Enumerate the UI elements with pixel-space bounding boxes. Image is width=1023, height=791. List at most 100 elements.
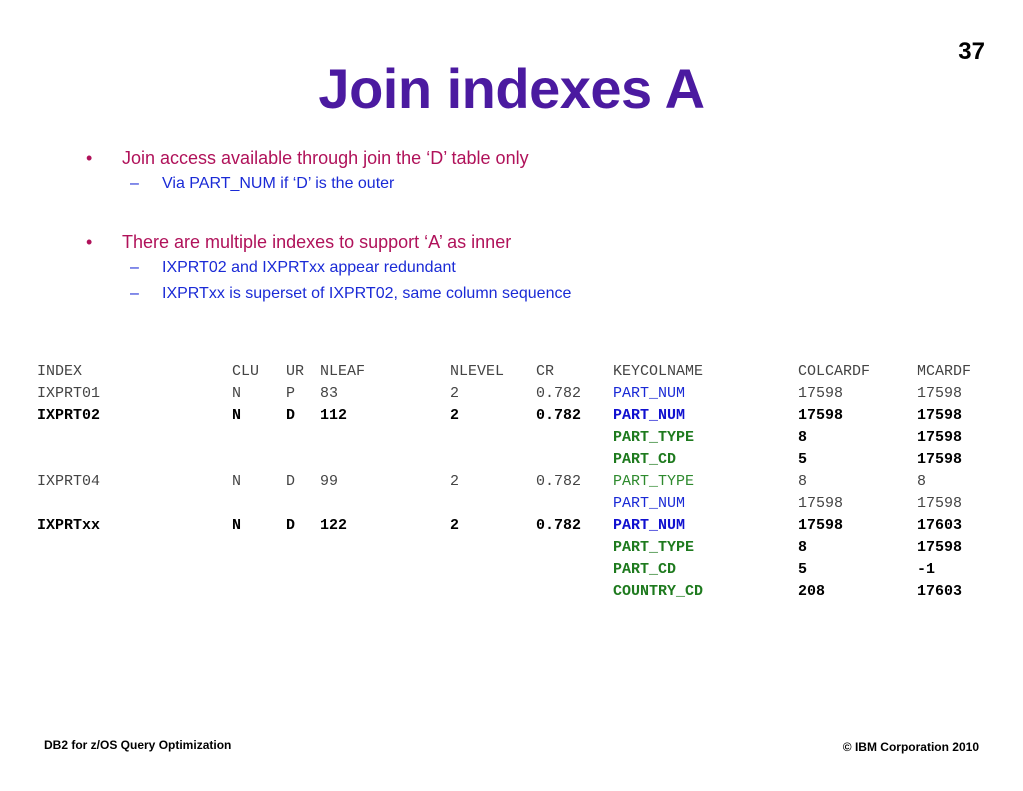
- table-row: PART_TYPE 8 17598: [37, 537, 987, 559]
- cell-nlevel: 2: [450, 385, 460, 402]
- cell-nlevel: 2: [450, 407, 460, 424]
- cell-nlevel: [450, 581, 536, 603]
- cell-keycolname: COUNTRY_CD: [613, 583, 704, 600]
- cell-keycolname: PART_CD: [613, 451, 677, 468]
- cell-ur: [286, 537, 320, 559]
- cell-cr: [536, 559, 613, 581]
- cell-clu: N: [232, 407, 242, 424]
- cell-colcardf: 17598: [798, 517, 844, 534]
- footer-course-title: DB2 for z/OS Query Optimization: [44, 738, 232, 752]
- cell-ur: [286, 427, 320, 449]
- cell-nlevel: [450, 493, 536, 515]
- cell-mcardf: 17603: [917, 517, 963, 534]
- cell-index: [37, 427, 232, 449]
- cell-ur: [286, 449, 320, 471]
- header-colcardf: COLCARDF: [798, 363, 871, 380]
- cell-mcardf: -1: [917, 561, 936, 578]
- sub-bullet-1-1: – Via PART_NUM if ‘D’ is the outer: [86, 171, 571, 197]
- cell-colcardf: 8: [798, 473, 808, 490]
- cell-colcardf: 5: [798, 451, 808, 468]
- header-ur: UR: [286, 363, 305, 380]
- slide-title: Join indexes A: [318, 57, 705, 120]
- cell-index: [37, 493, 232, 515]
- cell-nlevel: [450, 559, 536, 581]
- header-keycolname: KEYCOLNAME: [613, 363, 704, 380]
- cell-index: [37, 537, 232, 559]
- cell-nleaf: [320, 427, 450, 449]
- header-cr: CR: [536, 363, 555, 380]
- cell-ur: P: [286, 385, 296, 402]
- cell-colcardf: 17598: [798, 495, 844, 512]
- table-row: PART_CD 5 17598: [37, 449, 987, 471]
- cell-nleaf: [320, 493, 450, 515]
- table-row: PART_NUM 17598 17598: [37, 493, 987, 515]
- header-clu: CLU: [232, 363, 260, 380]
- header-nlevel: NLEVEL: [450, 363, 505, 380]
- cell-mcardf: 17598: [917, 429, 963, 446]
- cell-colcardf: 17598: [798, 407, 844, 424]
- cell-cr: 0.782: [536, 517, 582, 534]
- cell-index: IXPRT04: [37, 473, 101, 490]
- table-body: IXPRT01 N P 83 2 0.782 PART_NUM 17598 17598 IXPRT…: [37, 383, 987, 603]
- cell-clu: [232, 537, 286, 559]
- cell-keycolname: PART_TYPE: [613, 539, 695, 556]
- cell-nleaf: [320, 559, 450, 581]
- sub-bullet-2-1: – IXPRT02 and IXPRTxx appear redundant: [86, 255, 571, 281]
- cell-index: IXPRT02: [37, 407, 101, 424]
- cell-nleaf: 99: [320, 473, 339, 490]
- sub-bullet-text: IXPRTxx is superset of IXPRT02, same col…: [162, 285, 572, 302]
- cell-nlevel: 2: [450, 517, 460, 534]
- cell-keycolname: PART_CD: [613, 561, 677, 578]
- sub-bullet-text: IXPRT02 and IXPRTxx appear redundant: [162, 259, 456, 276]
- cell-clu: N: [232, 385, 242, 402]
- sub-bullet-2-2: – IXPRTxx is superset of IXPRT02, same co…: [86, 281, 571, 307]
- cell-index: IXPRTxx: [37, 517, 101, 534]
- cell-keycolname: PART_NUM: [613, 385, 686, 402]
- cell-mcardf: 17598: [917, 407, 963, 424]
- cell-mcardf: 17603: [917, 583, 963, 600]
- cell-keycolname: PART_NUM: [613, 517, 686, 534]
- cell-colcardf: 208: [798, 583, 826, 600]
- table-header-row: INDEX CLU UR NLEAF NLEVEL CR KEYCOLNAME …: [37, 361, 987, 383]
- bullet-2: There are multiple indexes to support ‘A…: [86, 229, 571, 255]
- cell-clu: [232, 493, 286, 515]
- cell-cr: [536, 537, 613, 559]
- dash-marker: –: [130, 259, 139, 276]
- bullet-list: Join access available through join the ‘…: [86, 145, 571, 307]
- table-row: IXPRT04 N D 99 2 0.782 PART_TYPE 8 8: [37, 471, 987, 493]
- cell-colcardf: 8: [798, 539, 808, 556]
- cell-index: [37, 449, 232, 471]
- cell-cr: [536, 493, 613, 515]
- cell-colcardf: 5: [798, 561, 808, 578]
- table-row: IXPRT01 N P 83 2 0.782 PART_NUM 17598 17598: [37, 383, 987, 405]
- cell-colcardf: 8: [798, 429, 808, 446]
- cell-ur: [286, 559, 320, 581]
- cell-mcardf: 17598: [917, 539, 963, 556]
- cell-mcardf: 8: [917, 473, 927, 490]
- footer-copyright: © IBM Corporation 2010: [842, 740, 979, 754]
- cell-nleaf: 83: [320, 385, 339, 402]
- cell-keycolname: PART_NUM: [613, 407, 686, 424]
- cell-index: [37, 559, 232, 581]
- cell-clu: [232, 559, 286, 581]
- bullet-1: Join access available through join the ‘…: [86, 145, 571, 171]
- dash-marker: –: [130, 285, 139, 302]
- table-row: COUNTRY_CD 208 17603: [37, 581, 987, 603]
- cell-mcardf: 17598: [917, 385, 963, 402]
- table-row: IXPRTxx N D 122 2 0.782 PART_NUM 17598 17603: [37, 515, 987, 537]
- cell-cr: 0.782: [536, 385, 582, 402]
- header-mcardf: MCARDF: [917, 363, 972, 380]
- sub-bullet-text: Via PART_NUM if ‘D’ is the outer: [162, 175, 395, 192]
- cell-cr: [536, 427, 613, 449]
- cell-ur: D: [286, 473, 296, 490]
- cell-nlevel: [450, 427, 536, 449]
- dash-marker: –: [130, 175, 139, 192]
- cell-nleaf: [320, 537, 450, 559]
- cell-mcardf: 17598: [917, 495, 963, 512]
- cell-nlevel: [450, 449, 536, 471]
- cell-index: [37, 581, 232, 603]
- cell-clu: [232, 581, 286, 603]
- cell-ur: [286, 493, 320, 515]
- cell-clu: N: [232, 473, 242, 490]
- cell-mcardf: 17598: [917, 451, 963, 468]
